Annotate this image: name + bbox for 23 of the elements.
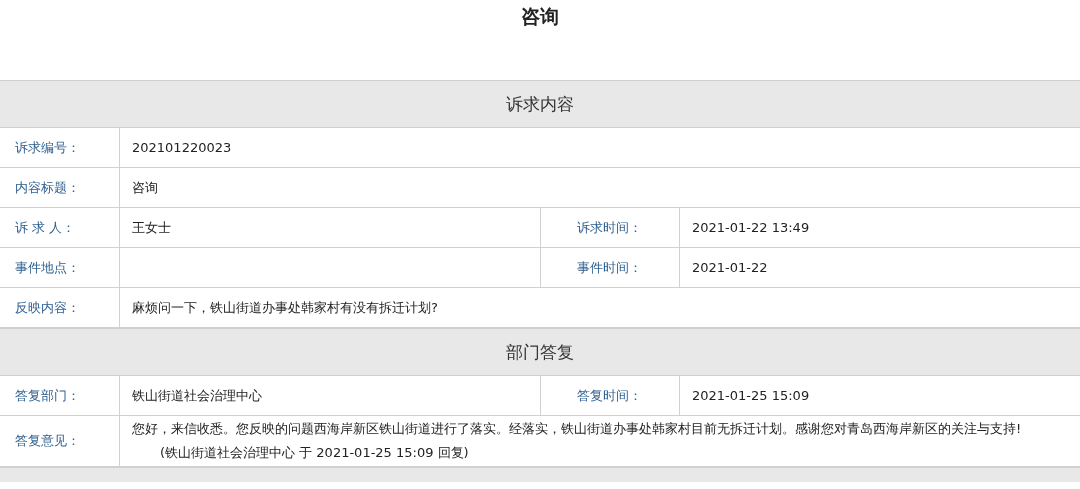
field-value: 麻烦问一下，铁山街道办事处韩家村有没有拆迁计划? xyxy=(132,298,439,317)
field-label: 诉 求 人： xyxy=(15,218,76,237)
field-label: 答复意见： xyxy=(15,432,80,450)
field-value: 2021-01-25 15:09 xyxy=(692,388,811,403)
field-label: 诉求时间： xyxy=(577,218,642,237)
field-value: 您好，来信收悉。您反映的问题西海岸新区铁山街道进行了落实。经落实，铁山街道办事处韩家村目前无拆迁计划。感谢您对青岛西海岸新区的关注与支持! xyxy=(132,420,1023,438)
field-label: 内容标题： xyxy=(15,178,80,197)
field-value: 铁山街道社会治理中心 xyxy=(132,386,263,405)
section-title: 诉求内容 xyxy=(506,92,574,116)
field-label: 答复时间： xyxy=(577,386,642,405)
field-value: 咨询 xyxy=(132,178,159,197)
field-value: 2021-01-22 xyxy=(692,260,769,275)
reply-note: (铁山街道社会治理中心 于 2021-01-25 15:09 回复) xyxy=(159,444,470,462)
field-label: 答复部门： xyxy=(15,386,80,405)
field-label: 事件地点： xyxy=(15,258,80,277)
field-value: 2021-01-22 13:49 xyxy=(692,220,811,235)
field-value: 202101220023 xyxy=(132,140,233,155)
field-value: 王女士 xyxy=(132,218,172,237)
field-label: 诉求编号： xyxy=(15,138,80,157)
page-title: 咨询 xyxy=(521,4,559,29)
field-label: 反映内容： xyxy=(15,298,80,317)
field-label: 事件时间： xyxy=(577,258,642,277)
section-title: 部门答复 xyxy=(506,340,574,364)
